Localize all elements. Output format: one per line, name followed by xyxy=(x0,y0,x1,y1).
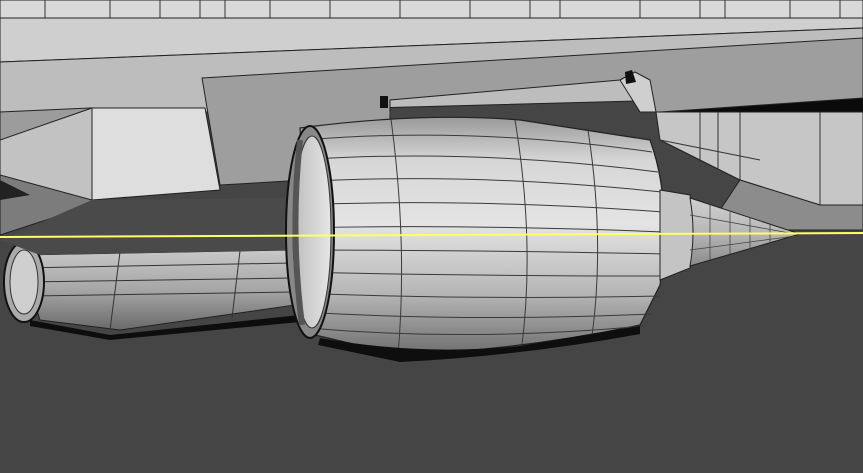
jet-engine-nacelle[interactable] xyxy=(285,111,666,362)
3d-viewport[interactable] xyxy=(0,0,863,473)
viewport-canvas[interactable] xyxy=(0,0,863,473)
